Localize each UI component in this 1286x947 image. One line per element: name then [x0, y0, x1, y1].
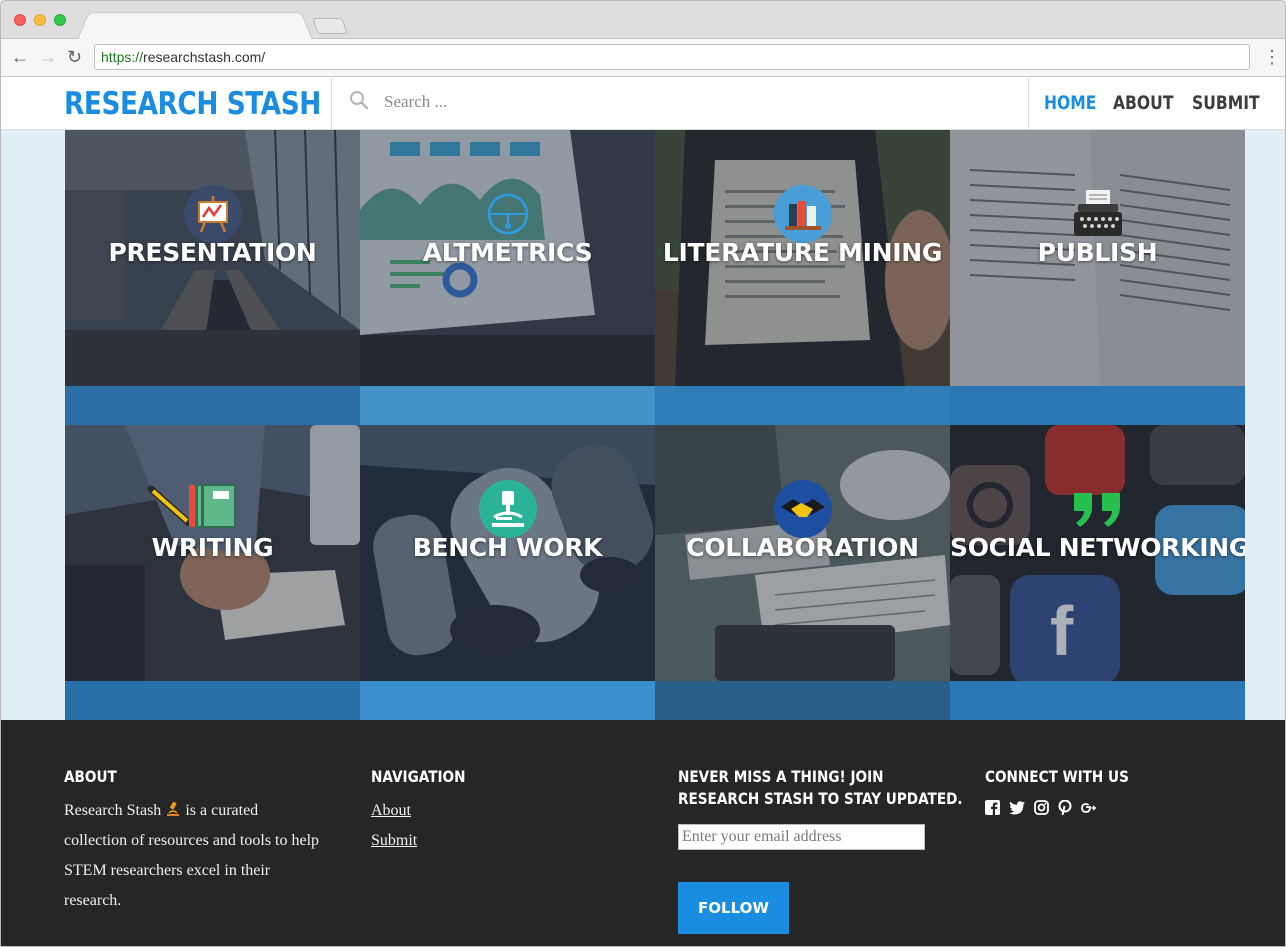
- card-title: SOCIAL NETWORKING: [950, 533, 1245, 562]
- footer-newsletter: NEVER MISS A THING! JOIN RESEARCH STASH …: [678, 766, 1013, 934]
- google-plus-icon[interactable]: [1081, 802, 1096, 814]
- notebook-pencil-icon: [147, 484, 236, 528]
- card-publish[interactable]: PUBLISH: [950, 130, 1245, 425]
- card-strip: [950, 681, 1245, 720]
- footer-nav-links: About Submit: [371, 796, 482, 856]
- card-strip: [950, 386, 1245, 425]
- microscope-emoji-icon: [167, 801, 180, 816]
- twitter-icon[interactable]: [1009, 800, 1025, 815]
- main-nav: HOME ABOUT SUBMIT: [1044, 92, 1260, 114]
- footer-link-submit[interactable]: Submit: [371, 826, 482, 856]
- close-window-button[interactable]: [14, 14, 26, 26]
- site-footer: ABOUT Research Stash is a curated collec…: [1, 720, 1285, 946]
- browser-window: ← → ↻ https://researchstash.com/ ⋮ RESEA…: [0, 0, 1286, 947]
- microscope-icon: [479, 480, 537, 538]
- quote-icon: [1074, 493, 1120, 527]
- pinterest-icon[interactable]: [1058, 800, 1072, 815]
- card-title: LITERATURE MINING: [662, 238, 943, 267]
- search-area: [331, 78, 1029, 130]
- address-bar[interactable]: https://researchstash.com/: [94, 44, 1250, 70]
- nav-home[interactable]: HOME: [1044, 92, 1096, 114]
- minimize-window-button[interactable]: [34, 14, 46, 26]
- forward-arrow-icon[interactable]: →: [39, 47, 57, 67]
- card-strip: [65, 386, 360, 425]
- follow-button[interactable]: FOLLOW: [678, 882, 789, 934]
- handshake-icon: [774, 480, 832, 538]
- tab-strip: [1, 1, 1285, 41]
- footer-about: ABOUT Research Stash is a curated collec…: [64, 766, 324, 916]
- site-logo[interactable]: RESEARCH STASH: [64, 86, 321, 122]
- instagram-icon[interactable]: [1034, 800, 1049, 815]
- footer-about-heading: ABOUT: [64, 767, 117, 786]
- card-title: WRITING: [151, 533, 274, 562]
- url-host: researchstash.com/: [143, 49, 266, 65]
- search-icon: [350, 91, 369, 110]
- footer-connect: CONNECT WITH US: [985, 766, 1154, 815]
- card-strip: [655, 681, 950, 720]
- connect-heading: CONNECT WITH US: [985, 767, 1129, 786]
- books-icon: [774, 185, 832, 243]
- card-bench-work[interactable]: BENCH WORK: [360, 425, 655, 720]
- newsletter-heading-line1: NEVER MISS A THING! JOIN: [678, 767, 884, 786]
- browser-menu-icon[interactable]: ⋮: [1263, 47, 1281, 67]
- newsletter-heading-line2: RESEARCH STASH TO STAY UPDATED.: [678, 789, 963, 808]
- card-social-networking[interactable]: f SOCIAL NETWORKING: [950, 425, 1245, 720]
- card-strip: [65, 681, 360, 720]
- typewriter-icon: [1074, 190, 1122, 236]
- card-title: PUBLISH: [1037, 238, 1158, 267]
- card-presentation[interactable]: PRESENTATION: [65, 130, 360, 425]
- footer-about-text: Research Stash is a curated collection o…: [64, 796, 324, 916]
- footer-navigation: NAVIGATION About Submit: [371, 766, 482, 856]
- card-strip: [655, 386, 950, 425]
- site-header: RESEARCH STASH HOME ABOUT SUBMIT: [1, 78, 1285, 130]
- back-arrow-icon[interactable]: ←: [11, 47, 29, 67]
- page-content: RESEARCH STASH HOME ABOUT SUBMIT: [1, 78, 1285, 946]
- easel-chart-icon: [184, 185, 242, 243]
- about-text-part1: Research Stash: [64, 802, 162, 819]
- search-input[interactable]: [384, 89, 784, 115]
- url-scheme: https://: [101, 49, 144, 65]
- footer-link-about[interactable]: About: [371, 796, 482, 826]
- card-literature-mining[interactable]: LITERATURE MINING: [655, 130, 950, 425]
- browser-toolbar: ← → ↻ https://researchstash.com/ ⋮: [1, 39, 1285, 77]
- active-tab[interactable]: [77, 12, 313, 41]
- new-tab-button[interactable]: [312, 18, 348, 34]
- card-writing[interactable]: WRITING: [65, 425, 360, 720]
- reload-icon[interactable]: ↻: [67, 47, 82, 67]
- category-grid: PRESENTATION ALTMETRICS LITERATURE MININ…: [65, 130, 1245, 720]
- nav-submit[interactable]: SUBMIT: [1192, 92, 1260, 114]
- card-title: BENCH WORK: [412, 533, 603, 562]
- nav-about[interactable]: ABOUT: [1113, 92, 1173, 114]
- maximize-window-button[interactable]: [54, 14, 66, 26]
- gauge-icon: [487, 193, 529, 235]
- card-title: COLLABORATION: [686, 533, 919, 562]
- card-collaboration[interactable]: COLLABORATION: [655, 425, 950, 720]
- footer-nav-heading: NAVIGATION: [371, 767, 466, 786]
- card-strip: [360, 681, 655, 720]
- social-links: [985, 800, 1154, 815]
- facebook-icon[interactable]: [985, 800, 1000, 815]
- card-altmetrics[interactable]: ALTMETRICS: [360, 130, 655, 425]
- card-title: ALTMETRICS: [422, 238, 593, 267]
- email-field[interactable]: [678, 824, 925, 850]
- card-strip: [360, 386, 655, 425]
- card-title: PRESENTATION: [108, 238, 317, 267]
